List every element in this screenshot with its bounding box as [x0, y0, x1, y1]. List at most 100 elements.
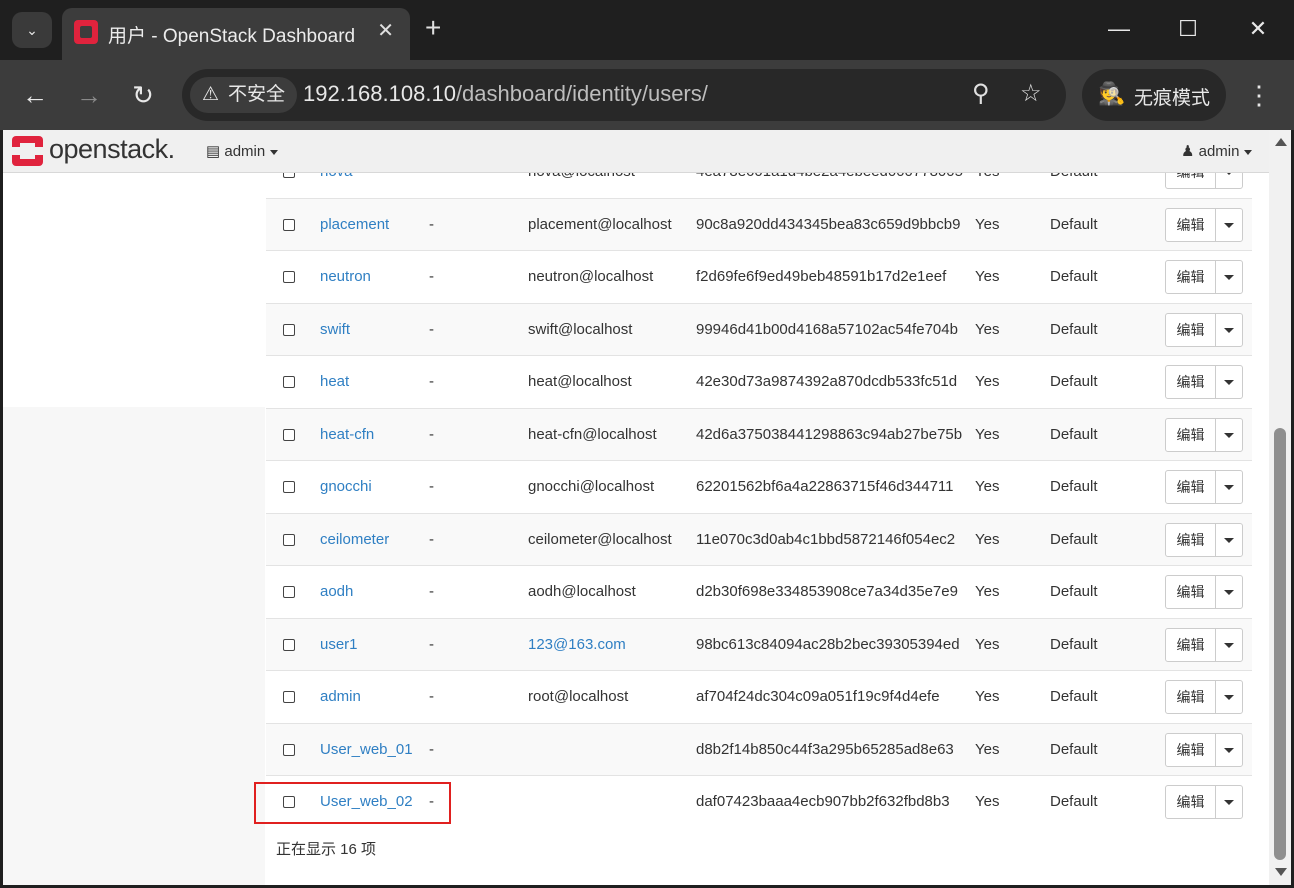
row-checkbox[interactable] [283, 534, 295, 546]
user-name-link[interactable]: heat [320, 373, 349, 390]
row-checkbox[interactable] [283, 429, 295, 441]
user-name-link[interactable]: User_web_01 [320, 741, 413, 758]
user-description: - [429, 741, 434, 758]
minimize-icon[interactable]: — [1099, 14, 1139, 44]
caret-down-icon[interactable] [1224, 695, 1234, 700]
user-name-link[interactable]: ceilometer [320, 531, 389, 548]
edit-button[interactable]: 编辑 [1166, 576, 1216, 608]
address-bar[interactable]: ⚠ 不安全 192.168.108.10/dashboard/identity/… [182, 69, 1066, 121]
caret-down-icon[interactable] [1224, 275, 1234, 280]
user-description: - [429, 373, 434, 390]
user-id: daf07423baaa4ecb907bb2f632fbd8b3 [696, 793, 950, 810]
url-text[interactable]: 192.168.108.10/dashboard/identity/users/ [303, 81, 708, 107]
scrollbar-thumb[interactable] [1274, 428, 1286, 860]
row-checkbox[interactable] [283, 481, 295, 493]
incognito-indicator[interactable]: 🕵 无痕模式 [1082, 69, 1226, 121]
page-scrollbar[interactable] [1269, 130, 1291, 885]
caret-down-icon[interactable] [1224, 328, 1234, 333]
table-row: heat-cfn - heat-cfn@localhost 42d6a37503844… [266, 408, 1252, 460]
user-name-link[interactable]: gnocchi [320, 478, 372, 495]
back-arrow-icon[interactable]: ← [18, 78, 52, 112]
caret-down-icon[interactable] [1224, 380, 1234, 385]
user-name-link[interactable]: swift [320, 321, 350, 338]
user-domain: Default [1050, 321, 1098, 338]
user-id: af704f24dc304c09a051f19c9f4d4efe [696, 688, 940, 705]
user-email: neutron@localhost [528, 268, 654, 285]
row-checkbox[interactable] [283, 639, 295, 651]
user-id: 62201562bf6a4a22863715f46d344711 [696, 478, 954, 495]
user-email[interactable]: 123@163.com [528, 636, 626, 653]
row-actions: 编辑 [1165, 418, 1243, 452]
plus-icon[interactable]: + [425, 14, 441, 42]
edit-button[interactable]: 编辑 [1166, 524, 1216, 556]
edit-button[interactable]: 编辑 [1166, 471, 1216, 503]
user-id: d2b30f698e334853908ce7a34d35e7e9 [696, 583, 958, 600]
openstack-logo-icon[interactable] [12, 136, 43, 166]
edit-button[interactable]: 编辑 [1166, 314, 1216, 346]
user-description: - [429, 636, 434, 653]
close-icon[interactable]: ✕ [377, 18, 394, 43]
maximize-icon[interactable]: ☐ [1168, 14, 1208, 44]
user-name-link[interactable]: heat-cfn [320, 426, 374, 443]
caret-down-icon[interactable] [1224, 538, 1234, 543]
edit-button[interactable]: 编辑 [1166, 681, 1216, 713]
user-email: heat-cfn@localhost [528, 426, 657, 443]
user-name-link[interactable]: admin [320, 688, 361, 705]
user-name-link[interactable]: user1 [320, 636, 358, 653]
table-footer-count: 正在显示 16 项 [276, 841, 377, 858]
caret-down-icon[interactable] [1224, 433, 1234, 438]
user-domain: Default [1050, 688, 1098, 705]
edit-button[interactable]: 编辑 [1166, 629, 1216, 661]
user-enabled: Yes [975, 793, 1000, 810]
project-menu[interactable]: ▤ admin [206, 142, 279, 160]
row-checkbox[interactable] [283, 376, 295, 388]
caret-down-icon[interactable] [1224, 590, 1234, 595]
scroll-up-icon[interactable] [1275, 138, 1287, 146]
more-vert-icon[interactable]: ⋮ [1244, 78, 1274, 112]
table-row: placement - placement@localhost 90c8a920dd4… [266, 198, 1252, 250]
logo-text[interactable]: openstack. [49, 134, 175, 165]
url-host: 192.168.108.10 [303, 81, 456, 106]
user-enabled: Yes [975, 688, 1000, 705]
scroll-down-icon[interactable] [1275, 868, 1287, 876]
caret-down-icon[interactable] [1224, 223, 1234, 228]
edit-button[interactable]: 编辑 [1166, 419, 1216, 451]
row-checkbox[interactable] [283, 271, 295, 283]
user-name-link[interactable]: placement [320, 216, 389, 233]
caret-down-icon[interactable] [1224, 485, 1234, 490]
user-email: root@localhost [528, 688, 629, 705]
caret-down-icon[interactable] [1224, 643, 1234, 648]
user-email: ceilometer@localhost [528, 531, 672, 548]
tab-list-icon[interactable]: ⌄ [12, 12, 52, 48]
row-checkbox[interactable] [283, 691, 295, 703]
page-viewport: novanova@localhost4ea78e601a1d4be2a4ebee… [3, 130, 1269, 885]
forward-arrow-icon[interactable]: → [72, 78, 106, 112]
star-icon[interactable]: ☆ [1020, 80, 1042, 108]
zoom-icon[interactable]: ⚲ [972, 80, 990, 108]
table-row: user1 - 123@163.com 98bc613c84094ac28b2bec3… [266, 618, 1252, 670]
row-checkbox[interactable] [283, 744, 295, 756]
edit-button[interactable]: 编辑 [1166, 786, 1216, 818]
edit-button[interactable]: 编辑 [1166, 261, 1216, 293]
user-name-link[interactable]: neutron [320, 268, 371, 285]
row-checkbox[interactable] [283, 324, 295, 336]
user-enabled: Yes [975, 741, 1000, 758]
user-menu[interactable]: ♟ admin [1181, 142, 1253, 160]
edit-button[interactable]: 编辑 [1166, 734, 1216, 766]
user-description: - [429, 426, 434, 443]
window-close-icon[interactable]: ✕ [1238, 14, 1278, 44]
security-chip[interactable]: ⚠ 不安全 [190, 77, 298, 113]
browser-tab[interactable]: 用户 - OpenStack Dashboard ✕ [62, 8, 410, 60]
user-id: 99946d41b00d4168a57102ac54fe704b [696, 321, 958, 338]
url-path: /dashboard/identity/users/ [455, 81, 708, 106]
row-checkbox[interactable] [283, 586, 295, 598]
user-name-link[interactable]: aodh [320, 583, 353, 600]
caret-down-icon[interactable] [1224, 748, 1234, 753]
row-actions: 编辑 [1165, 313, 1243, 347]
reload-icon[interactable]: ↻ [126, 78, 160, 112]
edit-button[interactable]: 编辑 [1166, 209, 1216, 241]
user-enabled: Yes [975, 321, 1000, 338]
row-checkbox[interactable] [283, 219, 295, 231]
caret-down-icon[interactable] [1224, 800, 1234, 805]
edit-button[interactable]: 编辑 [1166, 366, 1216, 398]
